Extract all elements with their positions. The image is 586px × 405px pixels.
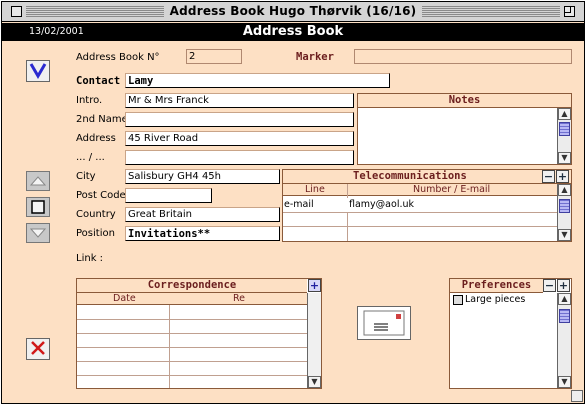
marker-label: Marker <box>296 51 334 63</box>
second-name-label: 2nd Name <box>76 114 128 125</box>
telecom-row-line: e-mail <box>284 199 314 210</box>
contact-label: Contact <box>76 75 121 87</box>
square-icon <box>31 200 45 214</box>
correspondence-column-header: Date Re <box>77 293 307 305</box>
country-label: Country <box>76 209 116 220</box>
envelope-icon <box>363 310 405 336</box>
row-divider <box>77 347 307 348</box>
preferences-scrollbar[interactable]: ▲ ▼ <box>557 293 571 388</box>
intro-field[interactable]: Mr & Mrs Franck <box>125 93 354 108</box>
next-record-button[interactable] <box>26 223 50 243</box>
scroll-thumb[interactable] <box>559 122 570 136</box>
address-label: Address <box>76 133 116 144</box>
preferences-panel: Preferences − + Large pieces ▲ ▼ <box>449 278 572 389</box>
contact-field[interactable]: Lamy <box>125 73 390 88</box>
telecom-col-number: Number / E-mail <box>413 184 491 195</box>
scroll-down-icon[interactable]: ▼ <box>558 152 571 164</box>
validate-button[interactable] <box>26 60 50 82</box>
list-item[interactable]: Large pieces <box>450 293 557 307</box>
table-row[interactable]: e-mail flamy@aol.uk <box>283 198 557 212</box>
x-icon <box>31 341 45 355</box>
current-record-button[interactable] <box>26 197 50 217</box>
address-book-window: Address Book Hugo Thørvik (16/16) 13/02/… <box>1 1 585 404</box>
correspondence-panel: Correspondence + Date Re ▼ <box>76 278 322 389</box>
send-mail-button[interactable] <box>357 306 411 340</box>
telecom-title: Telecommunications <box>283 170 571 184</box>
city-label: City <box>76 171 96 182</box>
telecom-scrollbar[interactable]: ▲ ▼ <box>557 184 571 241</box>
preferences-title: Preferences <box>450 279 543 293</box>
scroll-up-icon[interactable]: ▲ <box>558 108 571 120</box>
large-pieces-checkbox[interactable] <box>453 295 463 305</box>
row-divider <box>77 319 307 320</box>
address-book-no-label: Address Book N° <box>76 52 160 63</box>
row-divider <box>283 212 557 213</box>
address-field[interactable]: 45 River Road <box>125 131 354 146</box>
preferences-remove-button[interactable]: − <box>543 279 556 292</box>
title-bar[interactable]: Address Book Hugo Thørvik (16/16) <box>2 2 584 22</box>
notes-text-area[interactable] <box>358 108 556 164</box>
page-title: Address Book <box>242 24 344 39</box>
scroll-thumb[interactable] <box>559 309 570 323</box>
marker-field[interactable] <box>354 49 572 64</box>
country-field[interactable]: Great Britain <box>125 207 280 222</box>
row-divider <box>77 375 307 376</box>
checkmark-icon <box>29 63 47 79</box>
window-title: Address Book Hugo Thørvik (16/16) <box>163 4 423 18</box>
postcode-field[interactable] <box>125 188 212 203</box>
large-pieces-label: Large pieces <box>465 294 526 305</box>
position-label: Position <box>76 228 115 239</box>
resize-grip-icon[interactable] <box>571 390 583 402</box>
previous-record-button[interactable] <box>26 171 50 191</box>
notes-title: Notes <box>358 94 571 108</box>
position-field[interactable]: Invitations** <box>125 226 280 241</box>
row-divider <box>77 361 307 362</box>
second-name-field[interactable] <box>125 112 354 127</box>
telecom-panel: Telecommunications − + Line Number / E-m… <box>282 169 572 242</box>
correspondence-col-date: Date <box>113 293 136 304</box>
scroll-up-icon[interactable]: ▲ <box>558 184 571 196</box>
notes-scrollbar[interactable]: ▲ ▼ <box>557 108 571 164</box>
correspondence-title: Correspondence <box>77 279 307 293</box>
link-label: Link : <box>76 253 104 264</box>
correspondence-col-re: Re <box>233 293 246 304</box>
row-divider <box>77 333 307 334</box>
intro-label: Intro. <box>76 95 103 106</box>
postcode-label: Post Code <box>76 190 126 201</box>
telecom-col-line: Line <box>305 184 325 195</box>
preferences-add-button[interactable]: + <box>557 279 570 292</box>
telecom-add-button[interactable]: + <box>556 170 569 183</box>
address-book-no-field[interactable]: 2 <box>186 49 242 64</box>
telecom-remove-button[interactable]: − <box>542 170 555 183</box>
scroll-down-icon[interactable]: ▼ <box>558 229 571 241</box>
header-bar: 13/02/2001 Address Book <box>2 23 584 41</box>
scroll-down-icon[interactable]: ▼ <box>308 376 321 388</box>
telecom-column-header: Line Number / E-mail <box>283 184 557 196</box>
notes-panel: Notes ▲ ▼ <box>357 93 572 165</box>
scroll-up-icon[interactable]: ▲ <box>558 293 571 305</box>
down-arrow-icon <box>29 228 47 238</box>
scroll-down-icon[interactable]: ▼ <box>558 376 571 388</box>
row-divider <box>283 226 557 227</box>
correspondence-scrollbar[interactable]: ▼ <box>307 293 321 388</box>
delete-button[interactable] <box>26 338 50 360</box>
address2-label: ... / ... <box>76 152 105 163</box>
scroll-thumb[interactable] <box>559 199 570 213</box>
city-field[interactable]: Salisbury GH4 45h <box>125 169 280 184</box>
address2-field[interactable] <box>125 150 354 165</box>
correspondence-add-button[interactable]: + <box>308 279 321 292</box>
up-arrow-icon <box>29 176 47 186</box>
telecom-row-number: flamy@aol.uk <box>349 199 414 210</box>
